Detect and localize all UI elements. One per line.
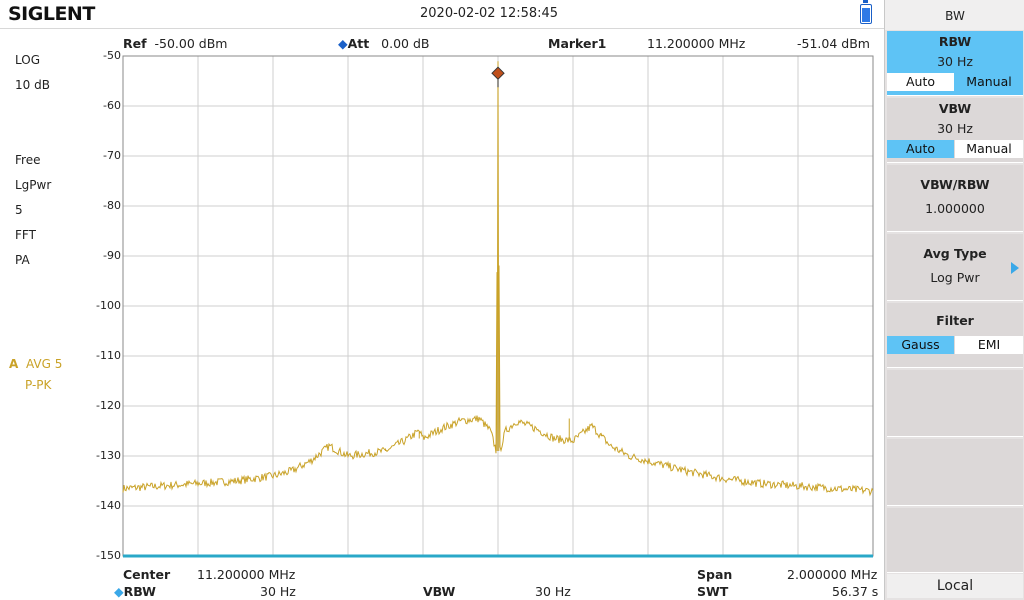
center-label: Center [123, 567, 171, 582]
marker-diamond-icon [491, 66, 505, 80]
filter-gauss-option[interactable]: Gauss [887, 336, 954, 354]
rbw-status: ◆RBW [114, 584, 156, 599]
swt-value: 56.37 s [832, 584, 879, 599]
ratio-key-label: VBW/RBW [920, 177, 990, 192]
swt-label: SWT [697, 584, 729, 599]
avg-type-softkey[interactable]: Avg Type Log Pwr [887, 234, 1023, 301]
filter-softkey[interactable]: Filter Gauss EMI [887, 303, 1023, 368]
rbw-key-label: RBW [938, 34, 972, 49]
submenu-arrow-icon [1011, 262, 1019, 274]
menu-title: BW [885, 0, 1024, 30]
rbw-auto-option[interactable]: Auto [887, 73, 954, 91]
rbw-manual-option[interactable]: Manual [955, 73, 1023, 91]
vbw-key-label: VBW [938, 101, 972, 116]
softkey-panel: BW RBW 30 Hz Auto Manual VBW 30 Hz Auto … [884, 0, 1024, 600]
rbw-key-value: 30 Hz [937, 54, 973, 69]
span-label: Span [697, 567, 733, 582]
center-frequency[interactable]: 11.200000 MHz [197, 567, 295, 582]
spectrum-plot[interactable] [0, 0, 884, 600]
filter-emi-option[interactable]: EMI [955, 336, 1023, 354]
vbw-value: 30 Hz [535, 584, 571, 599]
vbw-rbw-softkey[interactable]: VBW/RBW 1.000000 [887, 165, 1023, 232]
empty-softkey-3[interactable] [887, 508, 1023, 573]
span-value[interactable]: 2.000000 MHz [787, 567, 877, 582]
diamond-icon: ◆ [114, 584, 124, 599]
rbw-value: 30 Hz [260, 584, 296, 599]
empty-softkey-2[interactable] [887, 439, 1023, 506]
vbw-auto-option[interactable]: Auto [887, 140, 954, 158]
rbw-softkey[interactable]: RBW 30 Hz Auto Manual [887, 31, 1023, 96]
local-button[interactable]: Local [887, 574, 1023, 598]
vbw-label: VBW [423, 584, 456, 599]
ratio-key-value: 1.000000 [925, 201, 985, 216]
marker-1 [491, 66, 505, 88]
vbw-key-value: 30 Hz [937, 121, 973, 136]
empty-softkey-1[interactable] [887, 370, 1023, 437]
vbw-softkey[interactable]: VBW 30 Hz Auto Manual [887, 98, 1023, 163]
avg-type-key-value: Log Pwr [930, 270, 980, 285]
vbw-manual-option[interactable]: Manual [955, 140, 1023, 158]
filter-key-label: Filter [936, 313, 974, 328]
avg-type-key-label: Avg Type [923, 246, 987, 261]
